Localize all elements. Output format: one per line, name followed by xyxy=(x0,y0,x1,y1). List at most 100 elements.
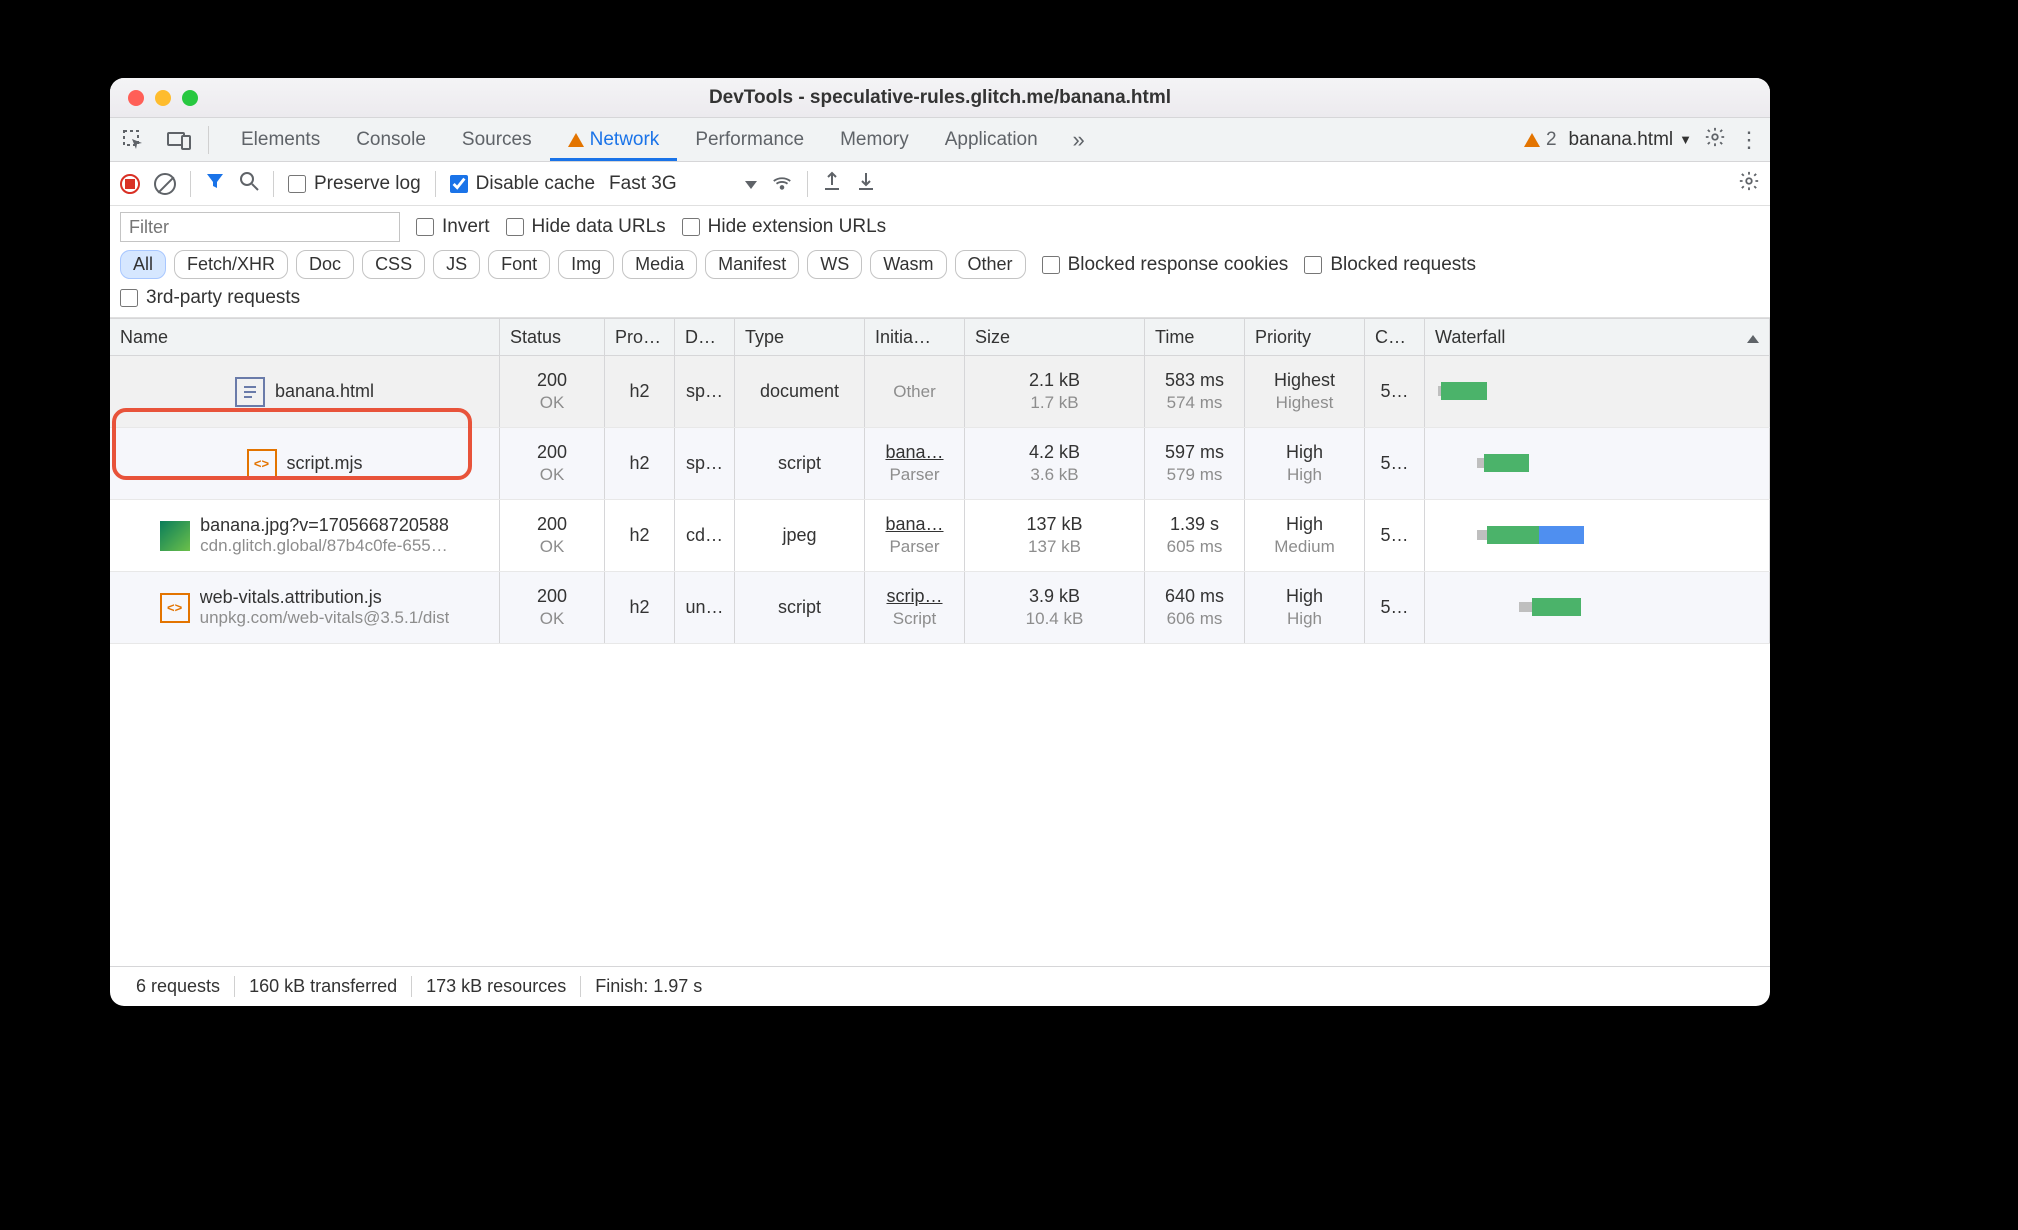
chip-fetchxhr[interactable]: Fetch/XHR xyxy=(174,250,288,279)
col-waterfall[interactable]: Waterfall xyxy=(1425,319,1770,355)
inspect-icon[interactable] xyxy=(120,127,146,153)
context-label: banana.html xyxy=(1569,129,1674,151)
cell-domain: sp… xyxy=(675,356,735,427)
zoom-icon[interactable] xyxy=(182,90,198,106)
request-table-body: banana.html200OKh2sp…documentOther2.1 kB… xyxy=(110,356,1770,966)
col-status[interactable]: Status xyxy=(500,319,605,355)
cell-domain: cd… xyxy=(675,500,735,571)
search-icon[interactable] xyxy=(239,171,259,197)
blocked-cookies-checkbox[interactable]: Blocked response cookies xyxy=(1042,254,1289,276)
col-priority[interactable]: Priority xyxy=(1245,319,1365,355)
tab-performance[interactable]: Performance xyxy=(677,118,822,161)
hide-extension-urls-checkbox[interactable]: Hide extension URLs xyxy=(682,216,886,238)
cell-name: banana.jpg?v=1705668720588cdn.glitch.glo… xyxy=(110,500,500,571)
tab-elements[interactable]: Elements xyxy=(223,118,338,161)
col-domain[interactable]: D… xyxy=(675,319,735,355)
cell-time: 597 ms579 ms xyxy=(1145,428,1245,499)
import-har-icon[interactable] xyxy=(856,171,876,197)
cell-size: 4.2 kB3.6 kB xyxy=(965,428,1145,499)
filter-input[interactable] xyxy=(120,212,400,242)
devtools-window: DevTools - speculative-rules.glitch.me/b… xyxy=(110,78,1770,1006)
settings-icon[interactable] xyxy=(1704,126,1726,154)
cell-protocol: h2 xyxy=(605,428,675,499)
tab-memory[interactable]: Memory xyxy=(822,118,927,161)
invert-checkbox[interactable]: Invert xyxy=(416,216,490,238)
cell-status: 200OK xyxy=(500,356,605,427)
cell-priority: HighestHighest xyxy=(1245,356,1365,427)
tab-sources[interactable]: Sources xyxy=(444,118,550,161)
disable-cache-input[interactable] xyxy=(450,175,468,193)
chevron-down-icon xyxy=(745,173,757,195)
cell-initiator: Other xyxy=(865,356,965,427)
chip-doc[interactable]: Doc xyxy=(296,250,354,279)
request-row[interactable]: <>web-vitals.attribution.jsunpkg.com/web… xyxy=(110,572,1770,644)
cell-connection: 5… xyxy=(1365,356,1425,427)
cell-initiator: scrip…Script xyxy=(865,572,965,643)
panel-settings-icon[interactable] xyxy=(1738,170,1760,198)
chip-wasm[interactable]: Wasm xyxy=(870,250,946,279)
preserve-log-checkbox[interactable]: Preserve log xyxy=(288,173,421,195)
device-icon[interactable] xyxy=(166,127,192,153)
cell-name: <>web-vitals.attribution.jsunpkg.com/web… xyxy=(110,572,500,643)
col-name[interactable]: Name xyxy=(110,319,500,355)
cell-waterfall xyxy=(1425,356,1770,427)
chip-css[interactable]: CSS xyxy=(362,250,425,279)
separator xyxy=(807,171,808,197)
clear-button[interactable] xyxy=(154,173,176,195)
close-icon[interactable] xyxy=(128,90,144,106)
col-time[interactable]: Time xyxy=(1145,319,1245,355)
third-party-checkbox[interactable]: 3rd-party requests xyxy=(120,287,300,309)
col-initiator[interactable]: Initia… xyxy=(865,319,965,355)
export-har-icon[interactable] xyxy=(822,171,842,197)
filter-toggle-icon[interactable] xyxy=(205,171,225,197)
cell-protocol: h2 xyxy=(605,500,675,571)
blocked-requests-checkbox[interactable]: Blocked requests xyxy=(1304,254,1476,276)
throttle-select[interactable]: Fast 3G xyxy=(609,173,757,195)
cell-size: 3.9 kB10.4 kB xyxy=(965,572,1145,643)
kebab-icon[interactable]: ⋮ xyxy=(1738,127,1760,153)
col-size[interactable]: Size xyxy=(965,319,1145,355)
cell-status: 200OK xyxy=(500,428,605,499)
network-toolbar: Preserve log Disable cache Fast 3G xyxy=(110,162,1770,206)
chip-js[interactable]: JS xyxy=(433,250,480,279)
tab-network[interactable]: Network xyxy=(550,118,678,161)
network-conditions-icon[interactable] xyxy=(771,170,793,198)
cell-type: script xyxy=(735,428,865,499)
more-tabs-icon[interactable]: » xyxy=(1066,127,1092,153)
cell-domain: sp… xyxy=(675,428,735,499)
cell-type: document xyxy=(735,356,865,427)
separator xyxy=(208,126,209,154)
chip-media[interactable]: Media xyxy=(622,250,697,279)
chip-font[interactable]: Font xyxy=(488,250,550,279)
col-connection[interactable]: C… xyxy=(1365,319,1425,355)
cell-protocol: h2 xyxy=(605,356,675,427)
disable-cache-checkbox[interactable]: Disable cache xyxy=(450,173,595,195)
col-type[interactable]: Type xyxy=(735,319,865,355)
panel-tabs: ElementsConsoleSourcesNetworkPerformance… xyxy=(110,118,1770,162)
cell-connection: 5… xyxy=(1365,500,1425,571)
tab-application[interactable]: Application xyxy=(927,118,1056,161)
chip-other[interactable]: Other xyxy=(955,250,1026,279)
tab-console[interactable]: Console xyxy=(338,118,444,161)
chip-all[interactable]: All xyxy=(120,250,166,279)
hide-data-urls-checkbox[interactable]: Hide data URLs xyxy=(506,216,666,238)
file-type-icon: <> xyxy=(247,449,277,479)
context-selector[interactable]: banana.html ▼ xyxy=(1569,129,1692,151)
chip-manifest[interactable]: Manifest xyxy=(705,250,799,279)
request-row[interactable]: banana.jpg?v=1705668720588cdn.glitch.glo… xyxy=(110,500,1770,572)
status-transferred: 160 kB transferred xyxy=(234,976,411,997)
warnings-badge[interactable]: 2 xyxy=(1524,129,1557,151)
chip-ws[interactable]: WS xyxy=(807,250,862,279)
request-row[interactable]: banana.html200OKh2sp…documentOther2.1 kB… xyxy=(110,356,1770,428)
cell-name: <>script.mjs xyxy=(110,428,500,499)
cell-type: jpeg xyxy=(735,500,865,571)
separator xyxy=(273,171,274,197)
cell-status: 200OK xyxy=(500,500,605,571)
chip-img[interactable]: Img xyxy=(558,250,614,279)
request-row[interactable]: <>script.mjs200OKh2sp…scriptbana…Parser4… xyxy=(110,428,1770,500)
minimize-icon[interactable] xyxy=(155,90,171,106)
preserve-log-input[interactable] xyxy=(288,175,306,193)
warning-icon xyxy=(1524,133,1540,147)
record-button[interactable] xyxy=(120,174,140,194)
col-protocol[interactable]: Pro… xyxy=(605,319,675,355)
